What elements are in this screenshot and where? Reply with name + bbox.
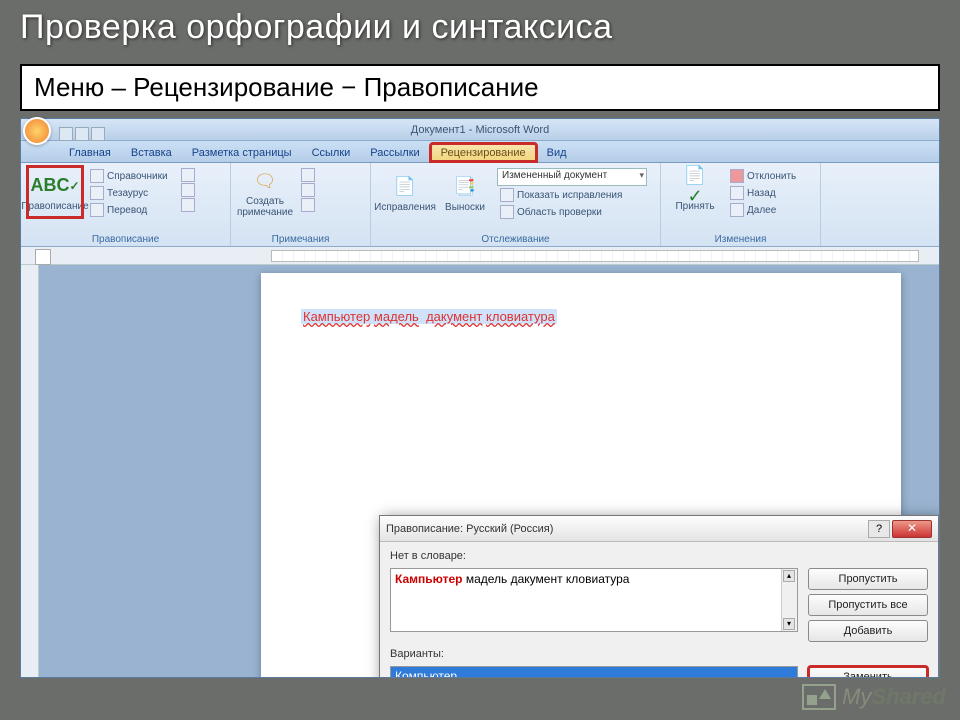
- suggestions-listbox[interactable]: Компьютер ▴ ▾: [390, 666, 798, 677]
- ribbon-group-tracking: 📄 Исправления 📑 Выноски Измененный докум…: [371, 163, 661, 246]
- ribbon-group-changes: 📄✓ Принять Отклонить Назад Далее Изменен…: [661, 163, 821, 246]
- next-icon: [730, 203, 744, 217]
- undo-icon[interactable]: [75, 127, 89, 141]
- misspelled-word-1: Кампьютер: [303, 309, 370, 324]
- pane-icon: [500, 205, 514, 219]
- research-button[interactable]: Справочники: [87, 168, 171, 184]
- delete-comment-icon[interactable]: [301, 168, 315, 182]
- tab-layout[interactable]: Разметка страницы: [182, 144, 302, 162]
- comment-icon: 🗨: [250, 168, 280, 194]
- accept-icon: 📄✓: [680, 173, 710, 199]
- redo-icon[interactable]: [91, 127, 105, 141]
- translate-icon: [90, 203, 104, 217]
- not-in-dictionary-label: Нет в словаре:: [390, 550, 798, 562]
- group-label-comments: Примечания: [231, 234, 370, 245]
- change-button[interactable]: Заменить: [808, 666, 928, 677]
- ribbon-group-comments: 🗨 Создать примечание Примечания: [231, 163, 371, 246]
- ribbon: ABC✓ Правописание Справочники Тезаурус П…: [21, 163, 939, 247]
- scroll-up-icon[interactable]: ▴: [783, 570, 795, 582]
- reject-button[interactable]: Отклонить: [727, 168, 799, 184]
- group-label-proofing: Правописание: [21, 234, 230, 245]
- ignore-once-button[interactable]: Пропустить: [808, 568, 928, 590]
- watermark: MyShared: [802, 684, 946, 710]
- reject-icon: [730, 169, 744, 183]
- save-icon[interactable]: [59, 127, 73, 141]
- prev-icon: [730, 186, 744, 200]
- horizontal-ruler: [21, 247, 939, 265]
- thesaurus-icon: [90, 186, 104, 200]
- context-text: мадель дакумент кловиатура: [462, 572, 629, 586]
- group-label-changes: Изменения: [661, 234, 820, 245]
- wordcount-icon[interactable]: [181, 168, 195, 182]
- spelling-button[interactable]: ABC✓ Правописание: [27, 166, 83, 218]
- translate-button[interactable]: Перевод: [87, 202, 171, 218]
- add-to-dictionary-button[interactable]: Добавить: [808, 620, 928, 642]
- new-comment-button[interactable]: 🗨 Создать примечание: [237, 166, 293, 220]
- vertical-ruler: [21, 265, 39, 677]
- ribbon-tabs: Главная Вставка Разметка страницы Ссылки…: [21, 141, 939, 163]
- dialog-help-button[interactable]: ?: [868, 520, 890, 538]
- spelling-icon: ABC✓: [40, 173, 70, 199]
- spelling-dialog: Правописание: Русский (Россия) ? ✕ Нет в…: [379, 515, 939, 677]
- accept-label: Принять: [675, 201, 714, 212]
- dialog-title: Правописание: Русский (Россия): [386, 523, 868, 535]
- ribbon-group-proofing: ABC✓ Правописание Справочники Тезаурус П…: [21, 163, 231, 246]
- document-area: Кампьютер мадель дакумент кловиатура Пра…: [21, 265, 939, 677]
- suggestions-label: Варианты:: [390, 648, 798, 660]
- balloons-label: Выноски: [445, 202, 485, 213]
- watermark-icon: [802, 684, 836, 710]
- track-icon: 📄: [390, 174, 420, 200]
- dialog-title-bar: Правописание: Русский (Россия) ? ✕: [380, 516, 938, 542]
- display-for-review-dropdown[interactable]: Измененный документ: [497, 168, 647, 186]
- balloons-icon: 📑: [450, 174, 480, 200]
- next-change-button[interactable]: Далее: [727, 202, 799, 218]
- scroll-down-icon[interactable]: ▾: [783, 618, 795, 630]
- accept-button[interactable]: 📄✓ Принять: [667, 166, 723, 218]
- misspelled-word-3: дакумент: [426, 309, 482, 324]
- instruction-path: Меню – Рецензирование − Правописание: [20, 64, 940, 111]
- balloons-button[interactable]: 📑 Выноски: [437, 166, 493, 220]
- show-markup-button[interactable]: Показать исправления: [497, 187, 647, 203]
- error-word: Кампьютер: [395, 572, 462, 586]
- suggestion-item[interactable]: Компьютер: [391, 667, 797, 677]
- prev-comment-icon[interactable]: [301, 183, 315, 197]
- thesaurus-button[interactable]: Тезаурус: [87, 185, 171, 201]
- misspelled-word-4: кловиатура: [486, 309, 555, 324]
- document-text-line: Кампьютер мадель дакумент кловиатура: [301, 309, 557, 324]
- word-window: Документ1 - Microsoft Word Главная Встав…: [20, 118, 940, 678]
- tab-references[interactable]: Ссылки: [302, 144, 361, 162]
- ignore-all-button[interactable]: Пропустить все: [808, 594, 928, 616]
- office-button[interactable]: [23, 117, 51, 145]
- new-comment-label: Создать примечание: [237, 196, 293, 218]
- slide-title: Проверка орфографии и синтаксиса: [20, 8, 613, 47]
- quick-access-toolbar: [23, 120, 105, 148]
- window-title: Документ1 - Microsoft Word: [411, 124, 549, 136]
- tab-review[interactable]: Рецензирование: [430, 143, 537, 162]
- abc-icon[interactable]: [181, 198, 195, 212]
- ruler-scale: [271, 250, 919, 262]
- group-label-tracking: Отслеживание: [371, 234, 660, 245]
- next-comment-icon[interactable]: [301, 198, 315, 212]
- window-title-bar: Документ1 - Microsoft Word: [21, 119, 939, 141]
- spelling-label: Правописание: [21, 201, 88, 212]
- dialog-close-button[interactable]: ✕: [892, 520, 932, 538]
- setlang-icon[interactable]: [181, 183, 195, 197]
- reviewing-pane-button[interactable]: Область проверки: [497, 204, 647, 220]
- tab-view[interactable]: Вид: [537, 144, 577, 162]
- not-in-dictionary-textbox[interactable]: Кампьютер мадель дакумент кловиатура ▴ ▾: [390, 568, 798, 632]
- tab-insert[interactable]: Вставка: [121, 144, 182, 162]
- misspelled-word-2: мадель: [374, 309, 419, 324]
- tab-mailings[interactable]: Рассылки: [360, 144, 429, 162]
- research-icon: [90, 169, 104, 183]
- show-markup-icon: [500, 188, 514, 202]
- track-changes-button[interactable]: 📄 Исправления: [377, 166, 433, 220]
- track-label: Исправления: [374, 202, 436, 213]
- previous-change-button[interactable]: Назад: [727, 185, 799, 201]
